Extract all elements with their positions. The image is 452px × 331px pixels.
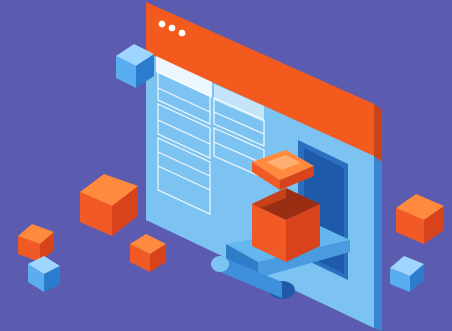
orange-cube-right	[396, 194, 444, 244]
orange-cube-small-left	[18, 224, 54, 262]
orange-cube-mid-left	[130, 234, 166, 272]
isometric-illustration	[18, 2, 444, 331]
blue-cube-right	[390, 256, 424, 292]
open-box	[252, 150, 320, 262]
window-header-edge	[374, 104, 382, 162]
illustration-scene	[0, 0, 452, 331]
orange-cube-large-left	[80, 174, 138, 236]
blue-cube-bottom-left	[28, 256, 60, 292]
